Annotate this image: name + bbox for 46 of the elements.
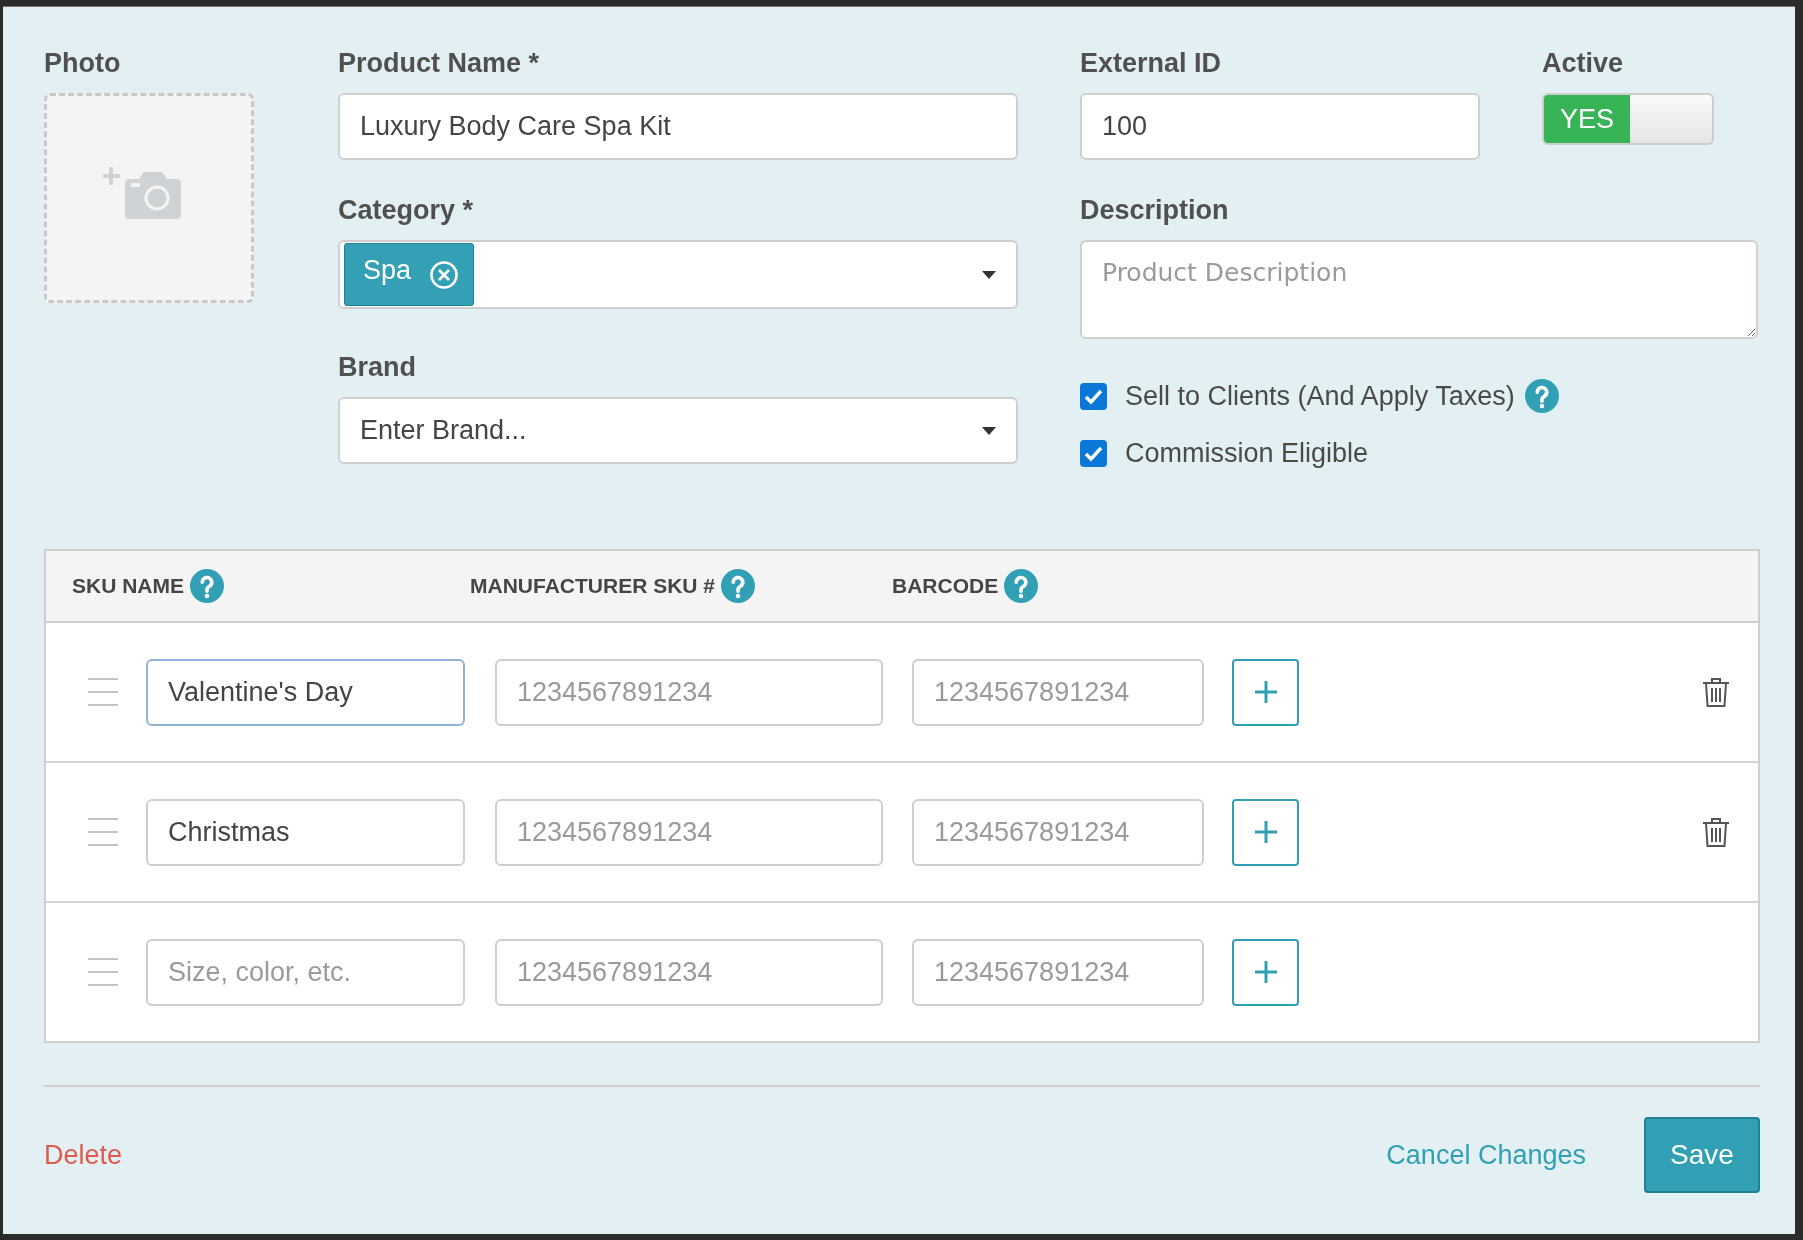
- checkbox[interactable]: [1080, 382, 1107, 410]
- drag-handle-icon[interactable]: [88, 677, 118, 707]
- plus-icon: [1254, 821, 1277, 843]
- brand-select[interactable]: Enter Brand...: [338, 397, 1018, 464]
- trash-icon[interactable]: [1702, 816, 1730, 848]
- caret-icon: [982, 426, 996, 435]
- field-label: External ID: [1080, 47, 1223, 79]
- text-field[interactable]: Christmas: [146, 798, 465, 866]
- text-field[interactable]: 1234567891234: [495, 658, 883, 726]
- remove-icon[interactable]: [429, 259, 460, 290]
- field-label: Brand: [338, 351, 417, 383]
- description-field[interactable]: Product Description: [1080, 240, 1758, 339]
- field-label: Photo: [44, 47, 122, 79]
- plus-icon: [1254, 681, 1277, 703]
- column-header: BARCODE: [892, 574, 999, 598]
- text-field[interactable]: 1234567891234: [495, 798, 883, 866]
- caret-icon: [982, 270, 996, 279]
- text-field[interactable]: 1234567891234: [912, 798, 1204, 866]
- checkbox[interactable]: [1080, 440, 1107, 467]
- add-button[interactable]: [1232, 658, 1299, 726]
- column-header: MANUFACTURER SKU #: [470, 574, 715, 598]
- help-icon[interactable]: [1004, 569, 1039, 603]
- text-field[interactable]: 1234567891234: [912, 658, 1204, 726]
- trash-icon[interactable]: [1702, 676, 1730, 708]
- text-field[interactable]: Valentine's Day: [146, 658, 465, 726]
- checkbox-label: Commission Eligible: [1125, 438, 1369, 469]
- field-label: Product Name *: [338, 47, 541, 79]
- drag-handle-icon[interactable]: [88, 957, 118, 987]
- product-name-field[interactable]: Luxury Body Care Spa Kit: [338, 93, 1018, 160]
- text-field[interactable]: 1234567891234: [912, 938, 1204, 1006]
- field-label: Category *: [338, 194, 475, 226]
- drag-handle-icon[interactable]: [88, 817, 118, 847]
- help-icon[interactable]: [190, 569, 224, 603]
- text-field[interactable]: Size, color, etc.: [146, 938, 465, 1006]
- add-button[interactable]: [1232, 938, 1299, 1006]
- text-field[interactable]: 1234567891234: [495, 938, 883, 1006]
- help-icon[interactable]: [721, 569, 755, 603]
- field-label: Description: [1080, 194, 1230, 226]
- checkbox-label: Sell to Clients (And Apply Taxes): [1125, 380, 1515, 412]
- field-label: Active: [1542, 47, 1625, 79]
- plus-icon: [1254, 961, 1277, 983]
- add-button[interactable]: [1232, 798, 1299, 866]
- help-icon[interactable]: [1524, 379, 1559, 413]
- external-id-field[interactable]: 100: [1080, 93, 1480, 160]
- category-tag: Spa: [344, 243, 475, 306]
- column-header: SKU NAME: [72, 574, 184, 598]
